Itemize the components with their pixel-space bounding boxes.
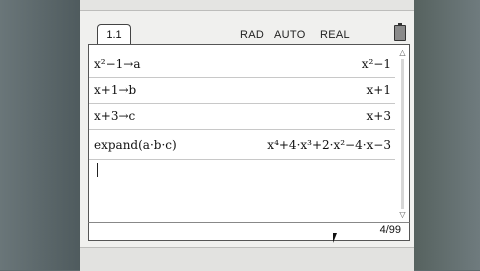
tab-page-1-1[interactable]: 1.1 xyxy=(97,24,131,45)
scroll-down-arrow-icon[interactable]: ▽ xyxy=(398,211,407,219)
mouse-pointer-icon xyxy=(333,233,337,243)
status-bar: 4/99 xyxy=(88,222,410,241)
calc-mode-indicator: AUTO xyxy=(274,29,306,41)
history-row[interactable]: x+3→c x+3 xyxy=(89,103,395,130)
history-input: x²−1→a xyxy=(94,57,141,71)
device-bezel-right xyxy=(414,0,480,270)
calculator-history[interactable]: x²−1→a x²−1 x+1→b x+1 x+3→c x+3 expand(a… xyxy=(88,44,410,224)
battery-icon xyxy=(394,23,406,41)
scroll-up-arrow-icon[interactable]: △ xyxy=(398,49,407,57)
real-mode-indicator: REAL xyxy=(320,29,350,41)
history-output: x+3 xyxy=(366,109,391,123)
angle-mode-indicator: RAD xyxy=(240,29,265,41)
history-row[interactable]: x²−1→a x²−1 xyxy=(89,51,395,78)
history-input: expand(a·b·c) xyxy=(94,138,177,152)
history-row[interactable]: x+1→b x+1 xyxy=(89,77,395,104)
top-strip xyxy=(80,0,414,11)
entry-line-cursor[interactable] xyxy=(97,163,98,177)
calculator-screen: 1.1 RAD AUTO REAL x²−1→a x²−1 x+1→b x+1 … xyxy=(80,0,414,271)
page-counter: 4/99 xyxy=(379,224,401,236)
device-bezel-left xyxy=(0,0,80,270)
history-input: x+1→b xyxy=(94,83,137,97)
scroll-track[interactable] xyxy=(401,59,404,209)
history-output: x²−1 xyxy=(361,57,391,71)
bottom-strip xyxy=(80,247,414,271)
history-output: x⁴+4·x³+2·x²−4·x−3 xyxy=(267,138,391,152)
history-input: x+3→c xyxy=(94,109,136,123)
history-row[interactable]: expand(a·b·c) x⁴+4·x³+2·x²−4·x−3 xyxy=(89,129,395,160)
scrollbar[interactable]: △ ▽ xyxy=(398,49,407,219)
tab-bar: 1.1 RAD AUTO REAL xyxy=(80,22,414,45)
history-output: x+1 xyxy=(366,83,391,97)
